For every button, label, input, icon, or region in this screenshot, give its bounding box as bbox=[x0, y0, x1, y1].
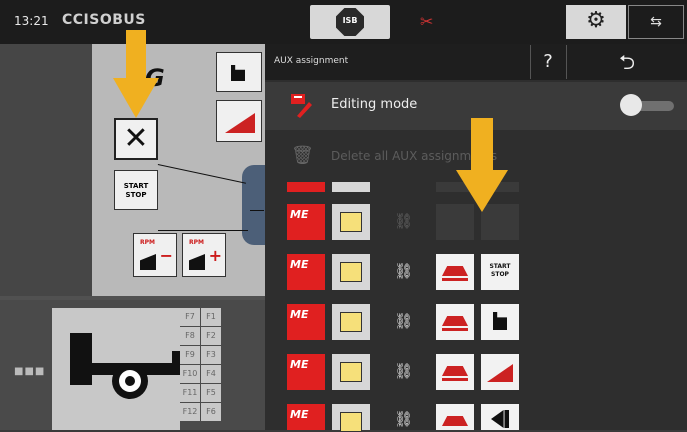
fkey[interactable]: F10 bbox=[180, 365, 200, 383]
fkey[interactable]: F6 bbox=[201, 403, 221, 421]
spread-function-button[interactable] bbox=[436, 354, 474, 390]
fkey[interactable]: F12 bbox=[180, 403, 200, 421]
disconnect-icon: ✂ bbox=[420, 12, 434, 31]
aux-input-button[interactable]: ME bbox=[287, 204, 325, 240]
wedge-icon bbox=[225, 113, 255, 133]
flag-icon bbox=[231, 65, 245, 81]
isb-icon: ISB bbox=[336, 8, 364, 36]
editing-mode-label: Editing mode bbox=[331, 97, 418, 112]
connector-line bbox=[158, 230, 248, 231]
play-function-button[interactable] bbox=[481, 404, 519, 430]
fkey[interactable]: F1 bbox=[201, 308, 221, 326]
link-icon: ⛓ bbox=[394, 362, 414, 380]
pointer-arrow-icon bbox=[113, 30, 159, 120]
back-button[interactable]: ⮌ bbox=[566, 45, 687, 79]
link-icon: ⛓ bbox=[394, 410, 414, 428]
fkey[interactable]: F2 bbox=[201, 327, 221, 345]
wedge-button[interactable] bbox=[216, 100, 262, 142]
fkey[interactable]: F5 bbox=[201, 384, 221, 402]
dial-control bbox=[242, 165, 265, 245]
aux-input-button[interactable]: ME bbox=[287, 404, 325, 430]
rpm-up-button[interactable]: RPM + bbox=[182, 233, 226, 277]
brand-logo: CCISOBUS bbox=[62, 12, 146, 28]
isb-button[interactable]: ISB bbox=[310, 5, 390, 39]
fkey[interactable]: F8 bbox=[180, 327, 200, 345]
fkey[interactable]: F7 bbox=[180, 308, 200, 326]
swap-screen-button[interactable]: ⇆ bbox=[628, 5, 684, 39]
close-icon: ✕ bbox=[123, 121, 149, 156]
aux-input-partial bbox=[287, 182, 325, 192]
edit-icon bbox=[291, 94, 312, 118]
aux-input-button[interactable]: ME bbox=[287, 254, 325, 290]
spread-function-button[interactable] bbox=[436, 304, 474, 340]
start-stop-button[interactable]: START STOP bbox=[114, 170, 158, 210]
editing-mode-toggle[interactable] bbox=[620, 94, 674, 116]
fkey[interactable]: F4 bbox=[201, 365, 221, 383]
flag-function-button[interactable] bbox=[481, 304, 519, 340]
aux-device-button[interactable] bbox=[332, 204, 370, 240]
link-icon: ⛓ bbox=[394, 312, 414, 330]
wedge-function-button[interactable] bbox=[481, 354, 519, 390]
link-icon: ⛓ bbox=[394, 212, 414, 230]
close-button[interactable]: ✕ bbox=[114, 118, 158, 160]
trash-icon: 🗑 bbox=[291, 145, 314, 166]
gear-icon: ⚙ bbox=[586, 8, 606, 33]
more-icon[interactable]: ■■■ bbox=[14, 366, 45, 377]
start-stop-function-button[interactable]: START STOP bbox=[481, 254, 519, 290]
fkey[interactable]: F3 bbox=[201, 346, 221, 364]
aux-input-button[interactable]: ME bbox=[287, 304, 325, 340]
pointer-arrow-icon bbox=[456, 118, 508, 214]
aux-device-button[interactable] bbox=[332, 304, 370, 340]
aux-device-button[interactable] bbox=[332, 254, 370, 290]
aux-input-partial bbox=[332, 182, 370, 192]
swap-icon: ⇆ bbox=[650, 14, 662, 30]
help-button[interactable]: ? bbox=[530, 45, 565, 79]
spread-function-button[interactable] bbox=[436, 254, 474, 290]
link-icon: ⛓ bbox=[394, 262, 414, 280]
aux-input-button[interactable]: ME bbox=[287, 354, 325, 390]
settings-button[interactable]: ⚙ bbox=[566, 5, 626, 39]
fkey[interactable]: F11 bbox=[180, 384, 200, 402]
aux-device-button[interactable] bbox=[332, 404, 370, 432]
machine-icon bbox=[70, 333, 180, 399]
rpm-down-button[interactable]: RPM − bbox=[133, 233, 177, 277]
flag-button[interactable] bbox=[216, 52, 262, 92]
clock: 13:21 bbox=[14, 14, 49, 28]
spread-function-button[interactable] bbox=[436, 404, 474, 430]
connector-line bbox=[250, 210, 264, 211]
aux-device-button[interactable] bbox=[332, 354, 370, 390]
fkey[interactable]: F9 bbox=[180, 346, 200, 364]
app-side-strip bbox=[0, 44, 92, 296]
function-keys: F7 F1 F8 F2 F9 F3 F10 F4 F11 F5 F12 F6 bbox=[180, 308, 222, 422]
panel-title: AUX assignment bbox=[274, 56, 349, 66]
